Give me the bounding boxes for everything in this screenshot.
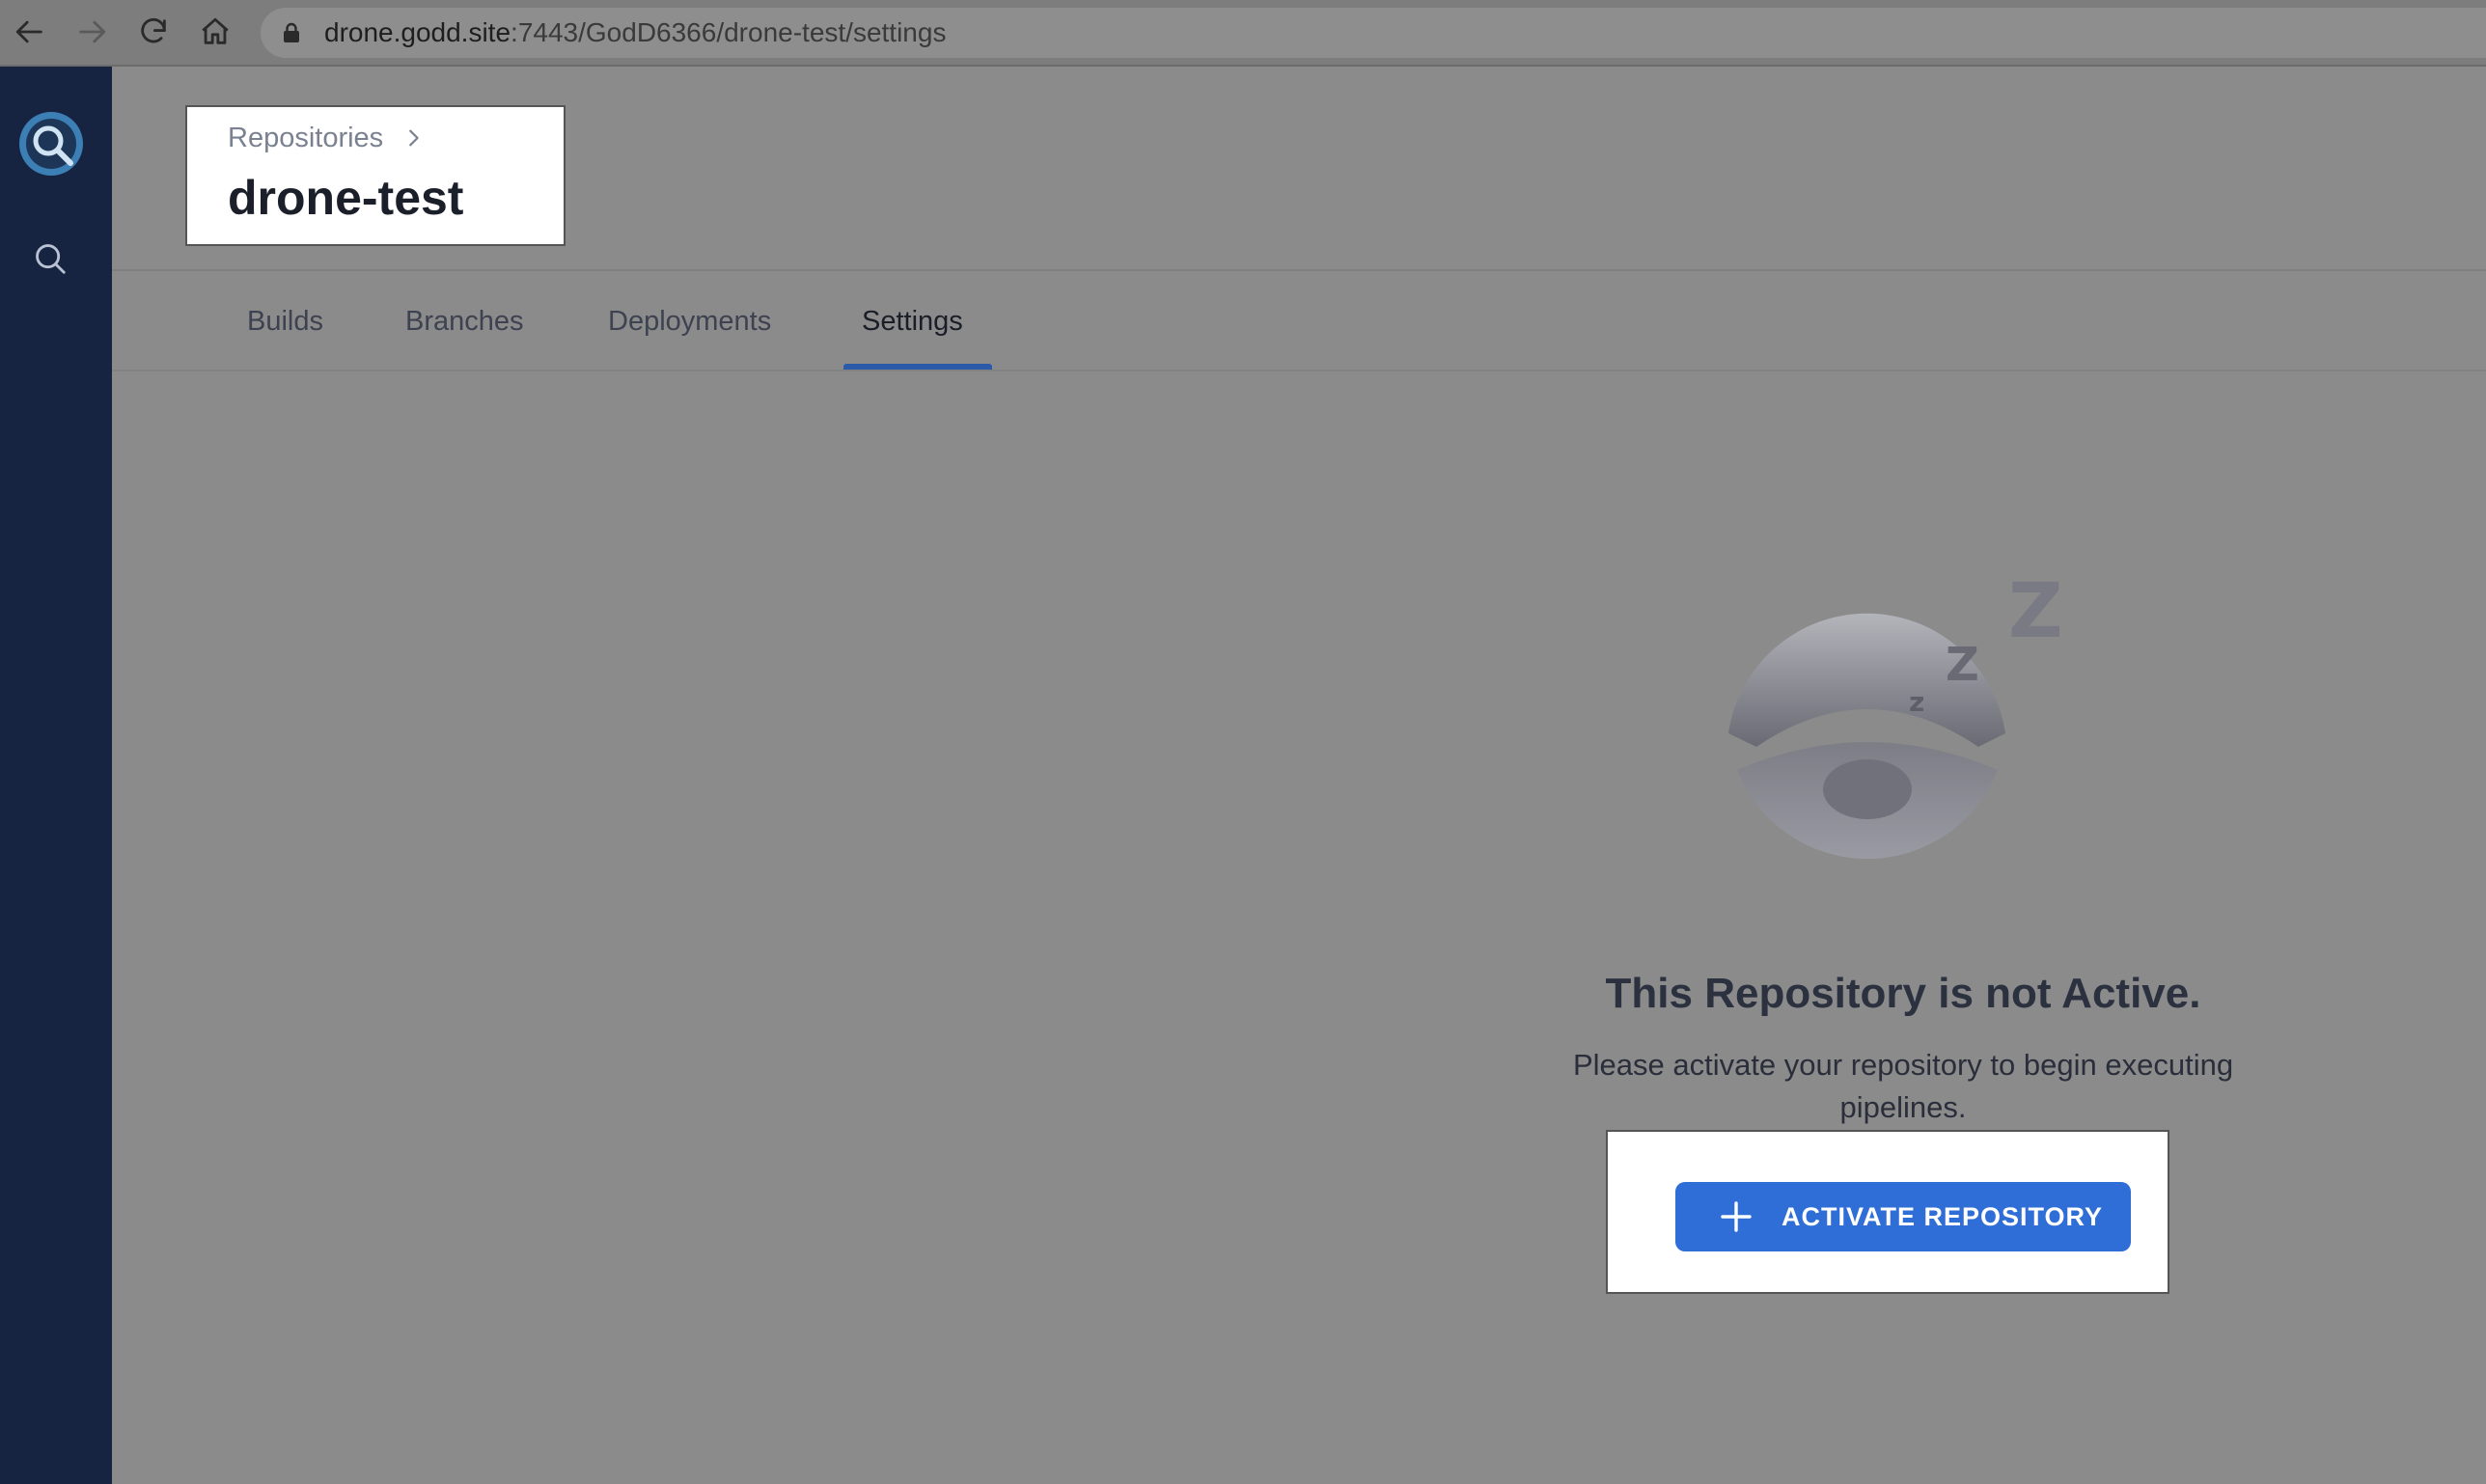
drone-logo-icon[interactable] (18, 111, 84, 177)
repo-title-card: Repositories drone-test (185, 105, 566, 246)
activate-repository-label: ACTIVATE REPOSITORY (1782, 1201, 2104, 1231)
chevron-right-icon (402, 127, 424, 149)
svg-text:Z: Z (1946, 638, 1979, 692)
repo-header: Repositories drone-test (112, 67, 2486, 271)
activate-repository-button[interactable]: ACTIVATE REPOSITORY (1675, 1182, 2131, 1251)
plus-icon (1720, 1200, 1753, 1233)
home-icon[interactable] (197, 14, 234, 50)
url-path: :7443/GodD6366/drone-test/settings (511, 17, 947, 47)
tab-builds[interactable]: Builds (247, 271, 323, 371)
breadcrumb: Repositories (228, 119, 424, 157)
svg-text:Z: Z (2008, 568, 2063, 655)
tab-deployments[interactable]: Deployments (608, 271, 771, 371)
empty-state-description: Please activate your repository to begin… (1572, 1048, 2234, 1124)
search-icon[interactable] (32, 240, 69, 277)
lock-icon (282, 22, 301, 48)
url-host: drone.godd.site (324, 17, 511, 47)
tab-branches[interactable]: Branches (405, 271, 524, 371)
empty-state-title: This Repository is not Active. (1605, 970, 2201, 1017)
tab-settings[interactable]: Settings (862, 271, 963, 371)
svg-text:z: z (1909, 686, 1924, 718)
address-bar[interactable]: drone.godd.site:7443/GodD6366/drone-test… (261, 8, 2486, 58)
reload-icon[interactable] (135, 14, 172, 50)
back-arrow-icon[interactable] (12, 14, 48, 50)
repo-tabs: Builds Branches Deployments Settings (112, 271, 2486, 371)
browser-toolbar: drone.godd.site:7443/GodD6366/drone-test… (0, 0, 2486, 67)
page-title: drone-test (228, 171, 464, 225)
forward-arrow-icon[interactable] (73, 14, 110, 50)
sleeping-drone-illustration: z Z Z (1718, 560, 2094, 888)
breadcrumb-repositories-link[interactable]: Repositories (228, 119, 383, 157)
app-sidebar (0, 67, 112, 1484)
url-text: drone.godd.site:7443/GodD6366/drone-test… (324, 8, 946, 58)
active-tab-indicator (843, 364, 992, 370)
activate-card: ACTIVATE REPOSITORY (1606, 1130, 2169, 1294)
